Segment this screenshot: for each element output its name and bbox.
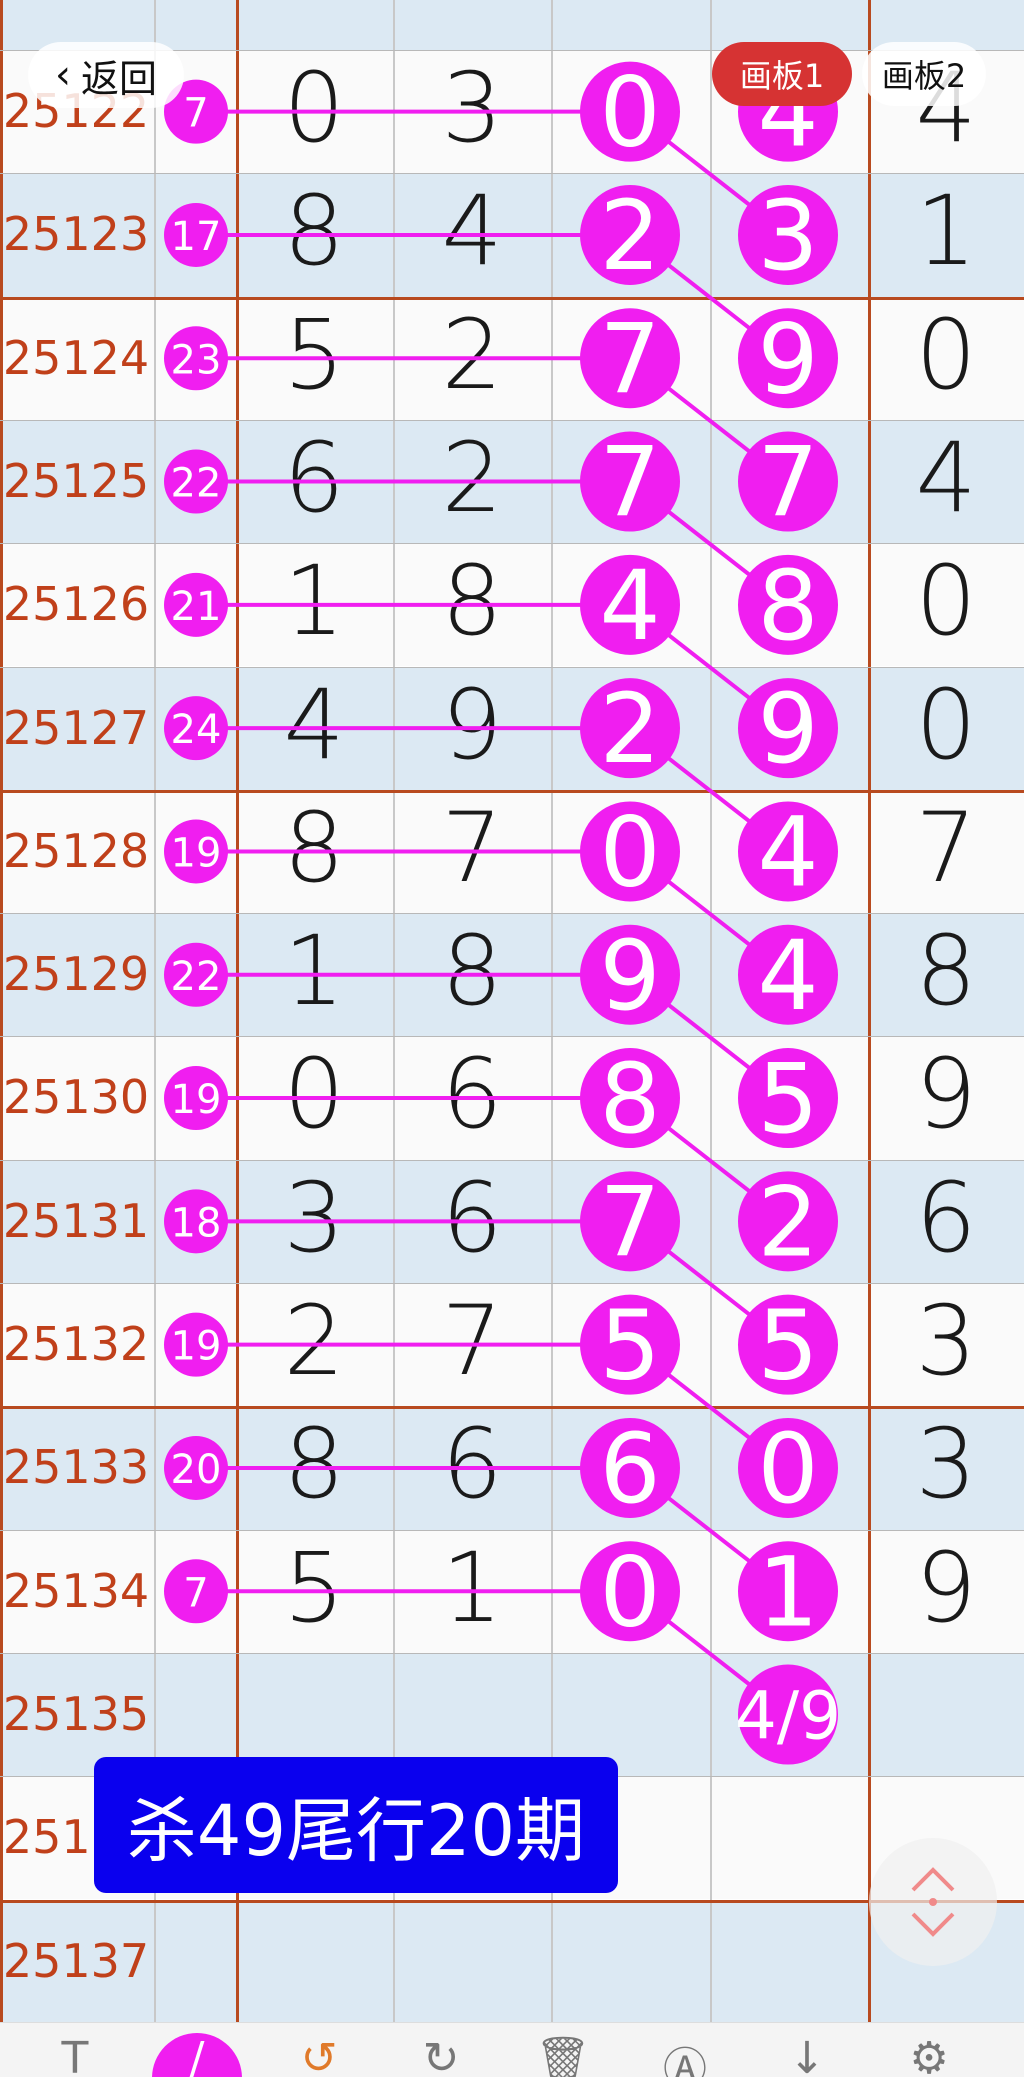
period-label: 25135 xyxy=(2,1686,150,1741)
scroll-toggle-button[interactable] xyxy=(869,1838,997,1966)
digit-d1: 5 xyxy=(283,1531,345,1644)
digit-d1: 8 xyxy=(283,791,345,904)
digit-d1: 6 xyxy=(283,421,345,534)
grid-vline xyxy=(551,0,553,2022)
digit-d1: 0 xyxy=(283,1038,345,1151)
chart-grid: 25122 0 3 4 25123 8 4 1 25124 5 2 0 25125 6 2 4 25126 1 8 0… xyxy=(0,0,1024,2024)
period-label: 25137 xyxy=(2,1933,150,1988)
digit-d2: 2 xyxy=(441,421,503,534)
grid-vline xyxy=(710,0,712,2022)
digit-d5: 0 xyxy=(915,668,977,781)
digit-d5: 0 xyxy=(915,298,977,411)
period-label: 25134 xyxy=(2,1563,150,1618)
grid-hline xyxy=(0,913,1024,915)
digit-d5: 7 xyxy=(915,791,977,904)
period-label: 25129 xyxy=(2,947,150,1002)
grid-hline xyxy=(0,419,1024,421)
period-label: 25131 xyxy=(2,1193,150,1248)
digit-d5: 6 xyxy=(915,1161,977,1274)
settings-icon[interactable]: ⚙ xyxy=(884,2033,974,2077)
note-banner: 杀49尾行20期 xyxy=(94,1757,618,1893)
autoshape-icon[interactable]: Ⓐ xyxy=(640,2033,730,2077)
digit-d5: 1 xyxy=(915,175,977,288)
bottom-toolbar: T / ↺ ↻ 🗑 Ⓐ ↓ ⚙ xyxy=(0,2022,1024,2077)
period-label: 25123 xyxy=(2,207,150,262)
digit-d2: 7 xyxy=(441,791,503,904)
grid-hline xyxy=(0,1283,1024,1284)
digit-d5: 9 xyxy=(915,1531,977,1644)
pen-tool-icon[interactable]: / xyxy=(152,2033,242,2077)
digit-d1: 3 xyxy=(283,1161,345,1274)
digit-d2: 3 xyxy=(441,52,503,164)
grid-hline xyxy=(0,1406,1024,1410)
digit-d1: 4 xyxy=(283,668,345,781)
digit-d2: 9 xyxy=(441,668,503,781)
period-label: 25126 xyxy=(2,577,150,632)
digit-d5: 8 xyxy=(915,915,977,1028)
back-button[interactable]: ‹ 返回 xyxy=(28,42,184,108)
period-label: 25128 xyxy=(2,823,150,878)
download-icon[interactable]: ↓ xyxy=(762,2033,852,2077)
grid-vline xyxy=(0,0,3,2022)
digit-d2: 7 xyxy=(441,1285,503,1397)
digit-d1: 8 xyxy=(283,1408,345,1521)
back-label: 返回 xyxy=(80,56,157,101)
digit-d1: 0 xyxy=(283,52,345,164)
trash-icon[interactable]: 🗑 xyxy=(518,2033,608,2077)
period-label: 25127 xyxy=(2,700,150,755)
grid-hline xyxy=(0,1652,1024,1654)
period-label: 25125 xyxy=(2,453,150,508)
chevron-left-icon: ‹ xyxy=(54,52,71,98)
digit-d2: 4 xyxy=(441,175,503,288)
digit-d2: 6 xyxy=(441,1408,503,1521)
grid-vline xyxy=(393,0,395,2022)
text-tool-icon[interactable]: T xyxy=(30,2033,120,2077)
grid-hline xyxy=(0,543,1024,545)
grid-hline xyxy=(0,173,1024,175)
digit-d2: 6 xyxy=(441,1161,503,1274)
digit-d5: 3 xyxy=(915,1408,977,1521)
undo-icon[interactable]: ↺ xyxy=(274,2033,364,2077)
period-label: 25133 xyxy=(2,1440,150,1495)
grid-vline xyxy=(236,0,239,2022)
grid-hline xyxy=(0,1529,1024,1531)
period-label: 25124 xyxy=(2,330,150,385)
period-label: 25132 xyxy=(2,1317,150,1371)
grid-hline xyxy=(0,789,1024,793)
redo-icon[interactable]: ↻ xyxy=(396,2033,486,2077)
grid-hline xyxy=(0,1159,1024,1161)
digit-d5: 9 xyxy=(915,1038,977,1151)
period-label: 25130 xyxy=(2,1070,150,1125)
digit-d1: 1 xyxy=(283,545,345,658)
grid-hline xyxy=(0,666,1024,668)
digit-d1: 5 xyxy=(283,298,345,411)
digit-d1: 8 xyxy=(283,175,345,288)
grid-hline xyxy=(0,296,1024,300)
digit-d2: 1 xyxy=(441,1531,503,1644)
tab-canvas-1[interactable]: 画板1 xyxy=(712,42,852,106)
digit-d2: 8 xyxy=(441,915,503,1028)
digit-d2: 2 xyxy=(441,298,503,411)
tab-canvas-2[interactable]: 画板2 xyxy=(862,42,986,106)
digit-d5: 4 xyxy=(915,421,977,534)
grid-vline xyxy=(868,0,871,2022)
grid-vline xyxy=(154,0,156,2022)
digit-d1: 2 xyxy=(283,1285,345,1397)
digit-d5: 3 xyxy=(915,1285,977,1397)
digit-d2: 6 xyxy=(441,1038,503,1151)
digit-d2: 8 xyxy=(441,545,503,658)
expand-arrows-icon xyxy=(911,1867,955,1937)
digit-d5: 0 xyxy=(915,545,977,658)
digit-d1: 1 xyxy=(283,915,345,1028)
grid-hline xyxy=(0,1036,1024,1038)
